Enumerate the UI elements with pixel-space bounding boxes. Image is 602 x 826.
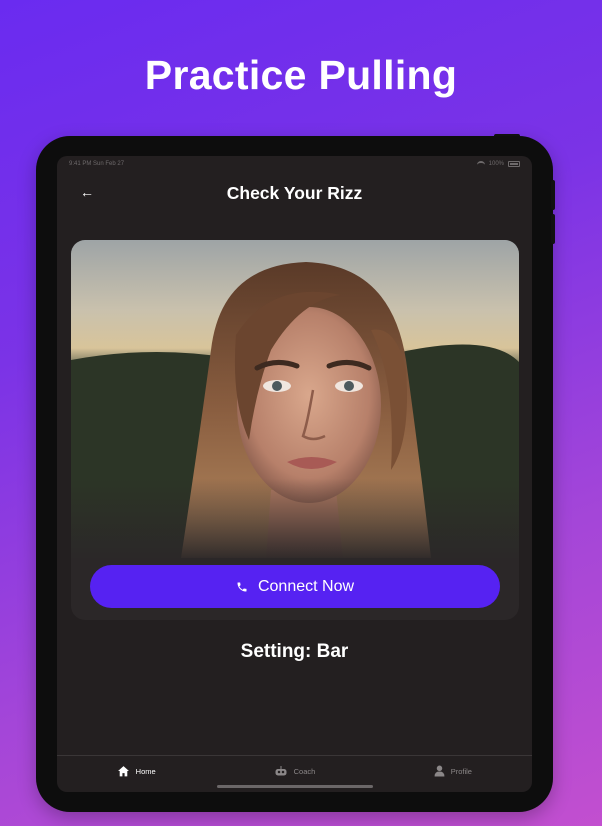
battery-percent: 100% bbox=[488, 161, 504, 167]
top-bar: ← Check Your Rizz bbox=[57, 180, 532, 204]
connect-now-label: Connect Now bbox=[257, 577, 355, 595]
home-icon bbox=[117, 765, 130, 777]
character-card: Connect Now bbox=[71, 240, 519, 620]
headline: Practice Pulling bbox=[144, 52, 458, 98]
setting-text: Setting: Bar bbox=[240, 641, 349, 662]
phone-icon bbox=[236, 581, 248, 593]
tab-home-label: Home bbox=[135, 766, 156, 776]
connect-now-button[interactable]: Connect Now bbox=[90, 565, 500, 608]
wifi-icon bbox=[476, 161, 485, 167]
tab-profile-label: Profile bbox=[450, 766, 472, 776]
person-icon bbox=[434, 765, 445, 777]
device-button-side bbox=[551, 214, 555, 244]
tab-profile[interactable]: Profile bbox=[374, 756, 532, 792]
app-screen: 9:41 PM Sun Feb 27 100% ← Check Your Riz… bbox=[57, 156, 532, 792]
robot-icon bbox=[274, 765, 288, 777]
page-title: Check Your Rizz bbox=[226, 183, 363, 203]
status-bar: 9:41 PM Sun Feb 27 100% bbox=[69, 159, 520, 169]
tab-home[interactable]: Home bbox=[57, 756, 215, 792]
tab-coach-label: Coach bbox=[293, 766, 316, 776]
home-indicator bbox=[217, 785, 373, 788]
portrait-photo bbox=[71, 240, 519, 558]
status-time: 9:41 PM Sun Feb 27 bbox=[69, 161, 125, 167]
device-button-side bbox=[551, 180, 555, 210]
battery-icon bbox=[508, 161, 520, 167]
